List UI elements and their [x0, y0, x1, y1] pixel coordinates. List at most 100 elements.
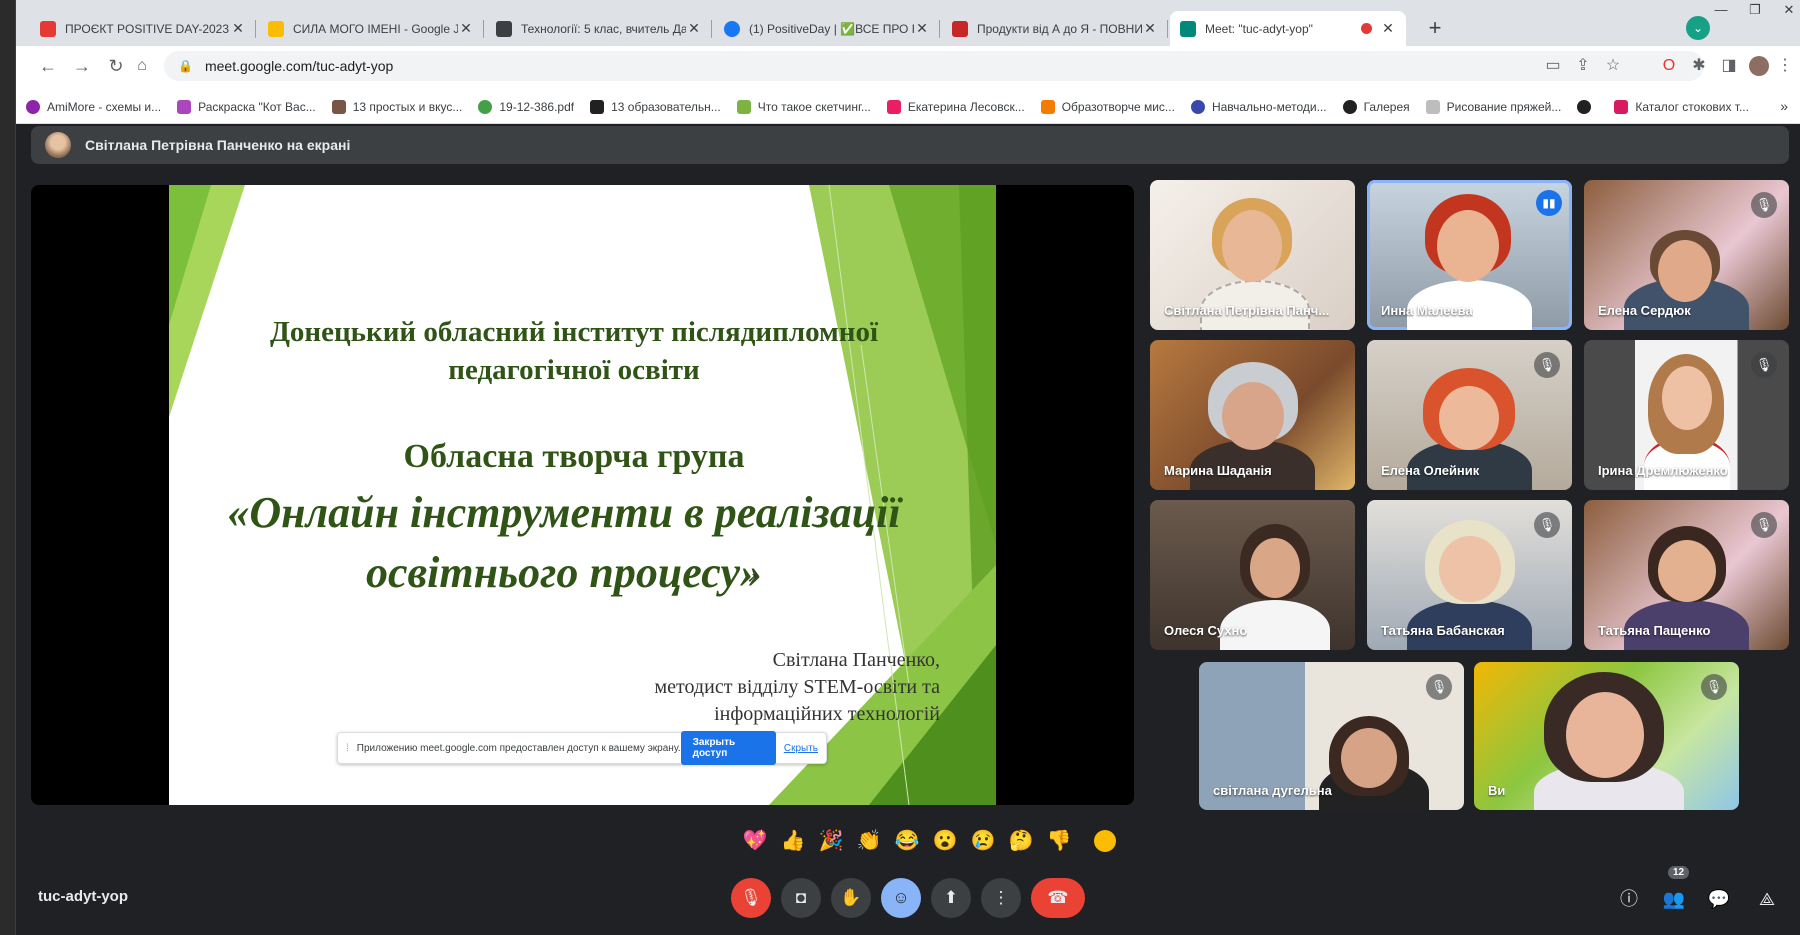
close-icon[interactable]: ✕ — [1142, 20, 1158, 37]
reactions-button[interactable]: ☺ — [881, 878, 921, 918]
mic-off-button[interactable]: 🎙 — [731, 878, 771, 918]
participant-video — [1222, 210, 1282, 282]
bookmark-label: Галерея — [1363, 100, 1410, 114]
participant-tile[interactable]: Марина Шаданія — [1150, 340, 1355, 490]
bookmark-item[interactable]: Екатерина Лесовск... — [886, 100, 1025, 114]
tab-meet[interactable]: Meet: "tuc-adyt-yop" ✕ — [1170, 11, 1406, 46]
bookmark-item[interactable] — [1577, 100, 1598, 114]
skin-tone-selector[interactable] — [1094, 830, 1116, 852]
slide-group-title: Обласна творча група — [403, 438, 745, 475]
bookmark-item[interactable]: 13 образовательн... — [590, 100, 721, 114]
window-close-icon[interactable]: ✕ — [1772, 0, 1800, 22]
end-call-button[interactable]: ☎ — [1031, 878, 1085, 918]
address-bar[interactable]: 🔒 meet.google.com/tuc-adyt-yop — [164, 51, 1704, 81]
camera-button[interactable]: ◘ — [781, 878, 821, 918]
reaction-heart[interactable]: 💖 — [736, 822, 774, 860]
participant-tile[interactable]: Світлана Петрівна Панч... — [1150, 180, 1355, 330]
close-icon[interactable]: ✕ — [230, 20, 246, 37]
forward-icon[interactable]: → — [68, 52, 96, 80]
tab-positive-day[interactable]: ПРОЄКТ POSITIVE DAY-2023 ✕ — [30, 11, 256, 46]
participant-video — [1658, 240, 1712, 302]
back-icon[interactable]: ← — [34, 52, 62, 80]
slide-institute-title: Донецький обласний інститут післядипломн… — [269, 316, 879, 386]
home-icon[interactable]: ⌂ — [134, 52, 150, 80]
participant-video — [1250, 538, 1300, 598]
hide-notification-link[interactable]: Скрыть — [784, 743, 818, 754]
camera-icon[interactable]: ▭ — [1540, 52, 1566, 80]
reaction-surprised[interactable]: 😮 — [926, 822, 964, 860]
tab-tekhnolohii[interactable]: Технології: 5 клас, вчитель Дани ✕ — [486, 11, 712, 46]
tab-produkty[interactable]: Продукти від А до Я - ПОВНИЙ ✕ — [942, 11, 1168, 46]
participant-tile[interactable]: 🎙 Елена Сердюк — [1584, 180, 1789, 330]
reaction-party[interactable]: 🎉 — [812, 822, 850, 860]
participant-name: Світлана Петрівна Панч... — [1164, 303, 1330, 318]
bookmark-item[interactable]: Раскраска "Кот Вас... — [177, 100, 316, 114]
bookmark-item[interactable]: 13 простых и вкус... — [331, 100, 463, 114]
participant-tile[interactable]: 🎙 Татьяна Бабанская — [1367, 500, 1572, 650]
meeting-code: tuc-adyt-yop — [38, 888, 128, 905]
bookmark-item[interactable]: Рисование пряжей... — [1425, 100, 1561, 114]
present-screen-button[interactable]: ⬆ — [931, 878, 971, 918]
participant-name: Олеся Сухно — [1164, 623, 1248, 638]
bookmark-item[interactable]: Навчально-методи... — [1190, 100, 1327, 114]
bookmark-item[interactable]: Каталог стокових т... — [1614, 100, 1749, 114]
participant-tile[interactable]: ▮▮ Инна Малеева — [1367, 180, 1572, 330]
reaction-thumbs-down[interactable]: 👎 — [1040, 822, 1078, 860]
activities-icon[interactable]: ⟁ — [1752, 884, 1782, 914]
bookmark-label: Что такое скетчинг... — [757, 100, 871, 114]
blogger-icon — [1040, 100, 1055, 114]
raise-hand-button[interactable]: ✋ — [831, 878, 871, 918]
tab-favicon — [268, 20, 284, 37]
bookmark-item[interactable]: Образотворче мис... — [1040, 100, 1175, 114]
gallery-icon — [1342, 100, 1357, 114]
sidepanel-icon[interactable]: ◨ — [1716, 52, 1742, 80]
reload-icon[interactable]: ↻ — [102, 52, 130, 80]
reaction-thinking[interactable]: 🤔 — [1002, 822, 1040, 860]
star-icon[interactable]: ☆ — [1600, 52, 1626, 80]
bookmark-label: 13 простых и вкус... — [352, 100, 463, 114]
bookmarks-overflow-icon[interactable]: » — [1780, 98, 1788, 114]
stop-sharing-button[interactable]: Закрыть доступ — [680, 731, 776, 765]
extensions-icon[interactable]: ✱ — [1686, 52, 1712, 80]
participants-icon[interactable]: 👥 — [1659, 884, 1689, 914]
participant-tile[interactable]: 🎙 світлана дугельна — [1199, 662, 1464, 810]
participant-tile[interactable]: Олеся Сухно — [1150, 500, 1355, 650]
bookmark-icon — [331, 100, 346, 114]
maximize-icon[interactable]: ❐ — [1738, 0, 1772, 22]
slide-topic-title: «Онлайн інструменти в реалізації освітнь… — [227, 488, 901, 597]
recording-dot-icon — [1361, 23, 1372, 34]
share-icon[interactable]: ⇪ — [1570, 52, 1596, 80]
chat-icon[interactable]: 💬 — [1704, 884, 1734, 914]
mic-off-icon: 🎙 — [1751, 192, 1777, 218]
participant-tile[interactable]: 🎙 Ірина Дремлюженко — [1584, 340, 1789, 490]
reaction-thumbs-up[interactable]: 👍 — [774, 822, 812, 860]
tab-facebook[interactable]: (1) PositiveDay | ✅ВСЕ ПРО ПРО ✕ — [714, 11, 940, 46]
bookmark-item[interactable]: Галерея — [1342, 100, 1410, 114]
more-options-button[interactable]: ⋮ — [981, 878, 1021, 918]
meeting-info-icon[interactable]: ⓘ — [1614, 884, 1644, 914]
bookmark-item[interactable]: AmiMore - схемы и... — [26, 100, 161, 114]
close-icon[interactable]: ✕ — [458, 20, 474, 37]
reaction-laugh[interactable]: 😂 — [888, 822, 926, 860]
bookmark-label: Каталог стокових т... — [1635, 100, 1749, 114]
presenter-banner-text: Світлана Петрівна Панченко на екрані — [85, 137, 351, 153]
participant-tile[interactable]: 🎙 Ви — [1474, 662, 1739, 810]
new-tab-button[interactable]: + — [1422, 16, 1448, 42]
close-icon[interactable]: ✕ — [1380, 20, 1396, 37]
bookmark-item[interactable]: Что такое скетчинг... — [736, 100, 871, 114]
close-icon[interactable]: ✕ — [686, 20, 702, 37]
reaction-clap[interactable]: 👏 — [850, 822, 888, 860]
tab-sila-imeni[interactable]: СИЛА МОГО ІМЕНІ - Google Jam ✕ — [258, 11, 484, 46]
participant-video — [1566, 692, 1644, 778]
drag-handle-icon[interactable]: ⁞ — [346, 743, 349, 754]
participant-tile[interactable]: 🎙 Татьяна Пащенко — [1584, 500, 1789, 650]
participant-tile[interactable]: 🎙 Елена Олейник — [1367, 340, 1572, 490]
opera-icon[interactable]: O — [1656, 52, 1682, 80]
reaction-sad[interactable]: 😢 — [964, 822, 1002, 860]
menu-icon[interactable]: ⋮ — [1772, 52, 1798, 80]
avatar[interactable] — [1746, 52, 1772, 80]
participant-name: світлана дугельна — [1213, 783, 1332, 798]
close-icon[interactable]: ✕ — [914, 20, 930, 37]
minimize-icon[interactable]: — — [1704, 0, 1738, 22]
bookmark-item[interactable]: 19-12-386.pdf — [478, 100, 574, 114]
